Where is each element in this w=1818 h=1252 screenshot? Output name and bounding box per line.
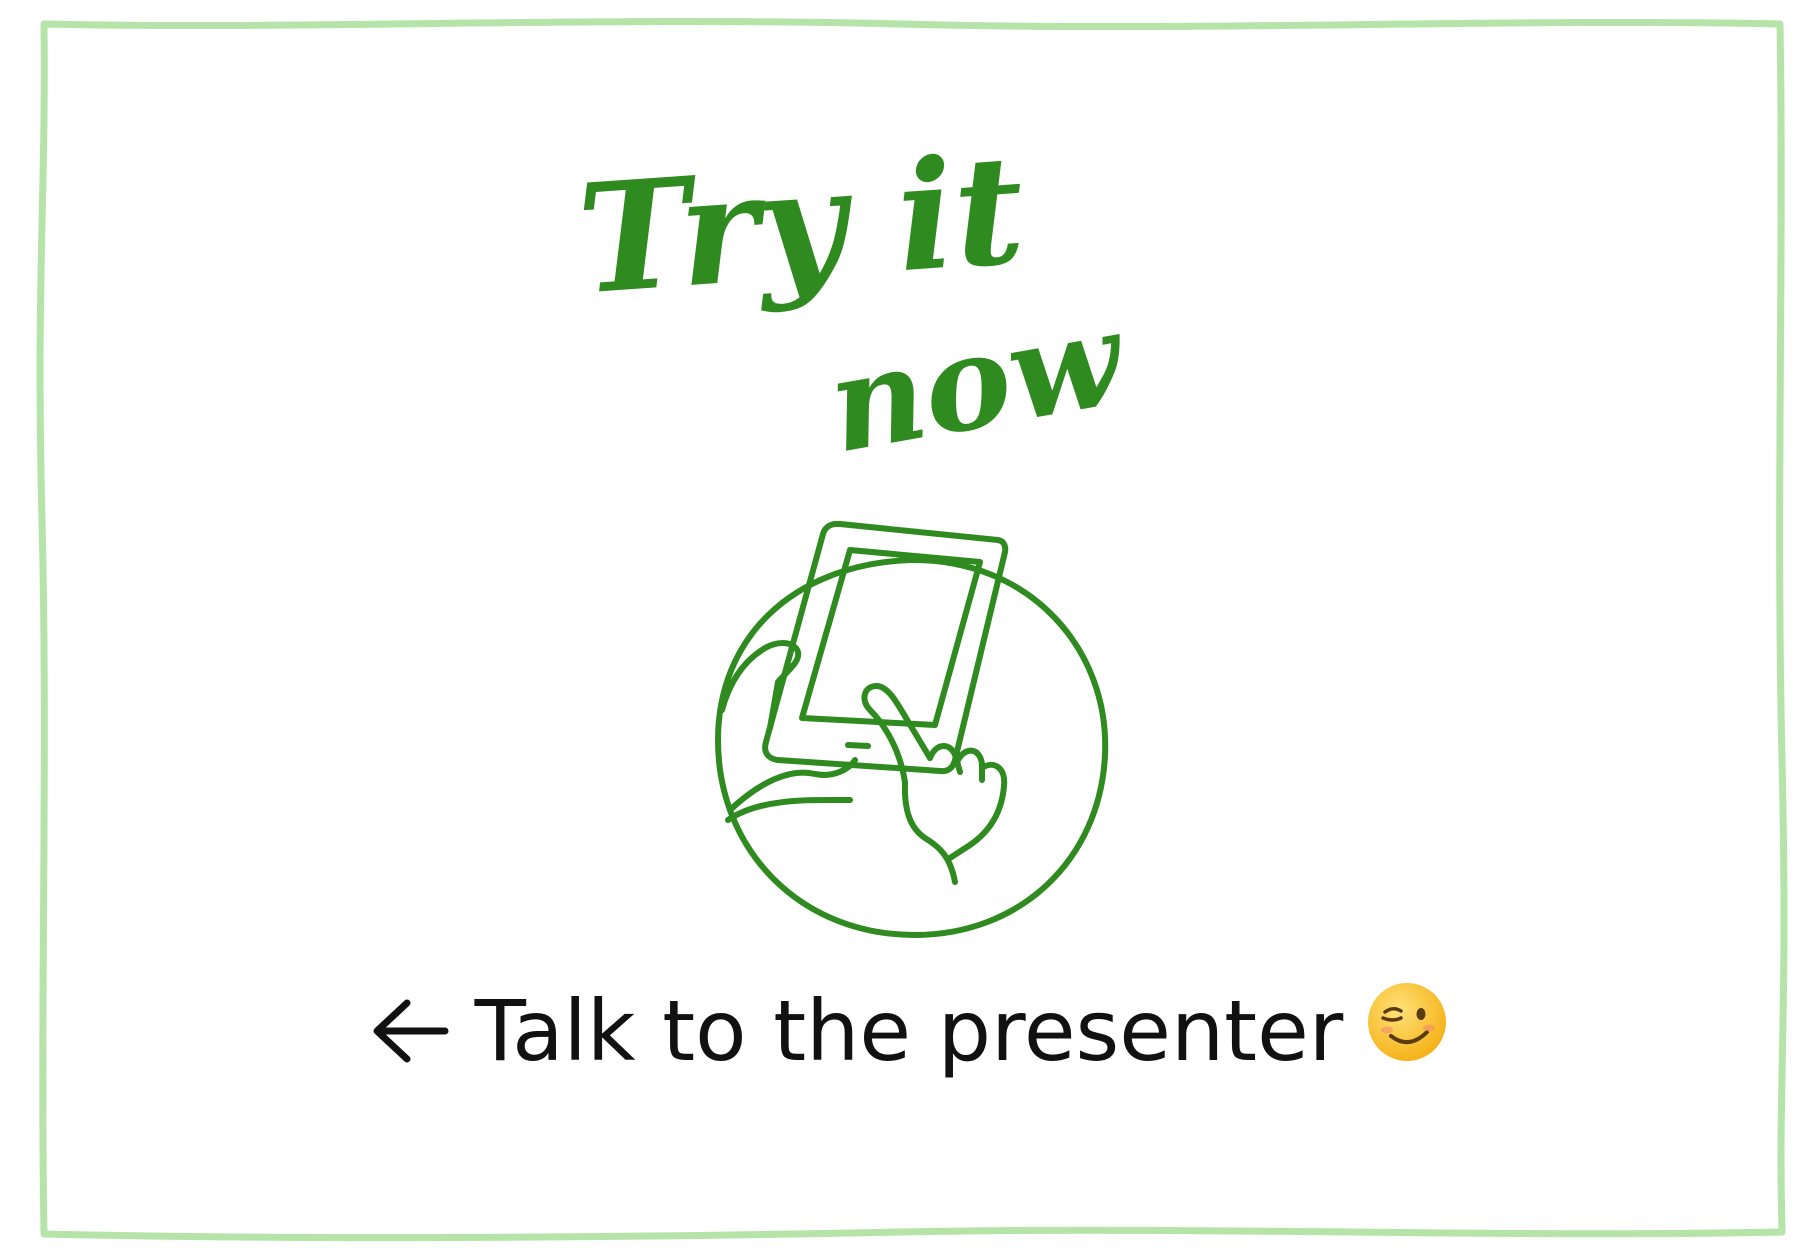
try-it-now-headline: Try it now [573, 150, 1137, 482]
hands-holding-tablet-icon [715, 520, 1109, 938]
caption: Talk to the presenter [0, 980, 1818, 1081]
slide: Try it now Talk to the presenter [0, 0, 1818, 1252]
winking-face-icon [1368, 983, 1447, 1061]
caption-text: Talk to the presenter [474, 982, 1344, 1080]
headline-line2: now [818, 280, 1137, 482]
headline-line1: Try it [573, 150, 1030, 328]
arrow-left-icon [373, 999, 449, 1063]
